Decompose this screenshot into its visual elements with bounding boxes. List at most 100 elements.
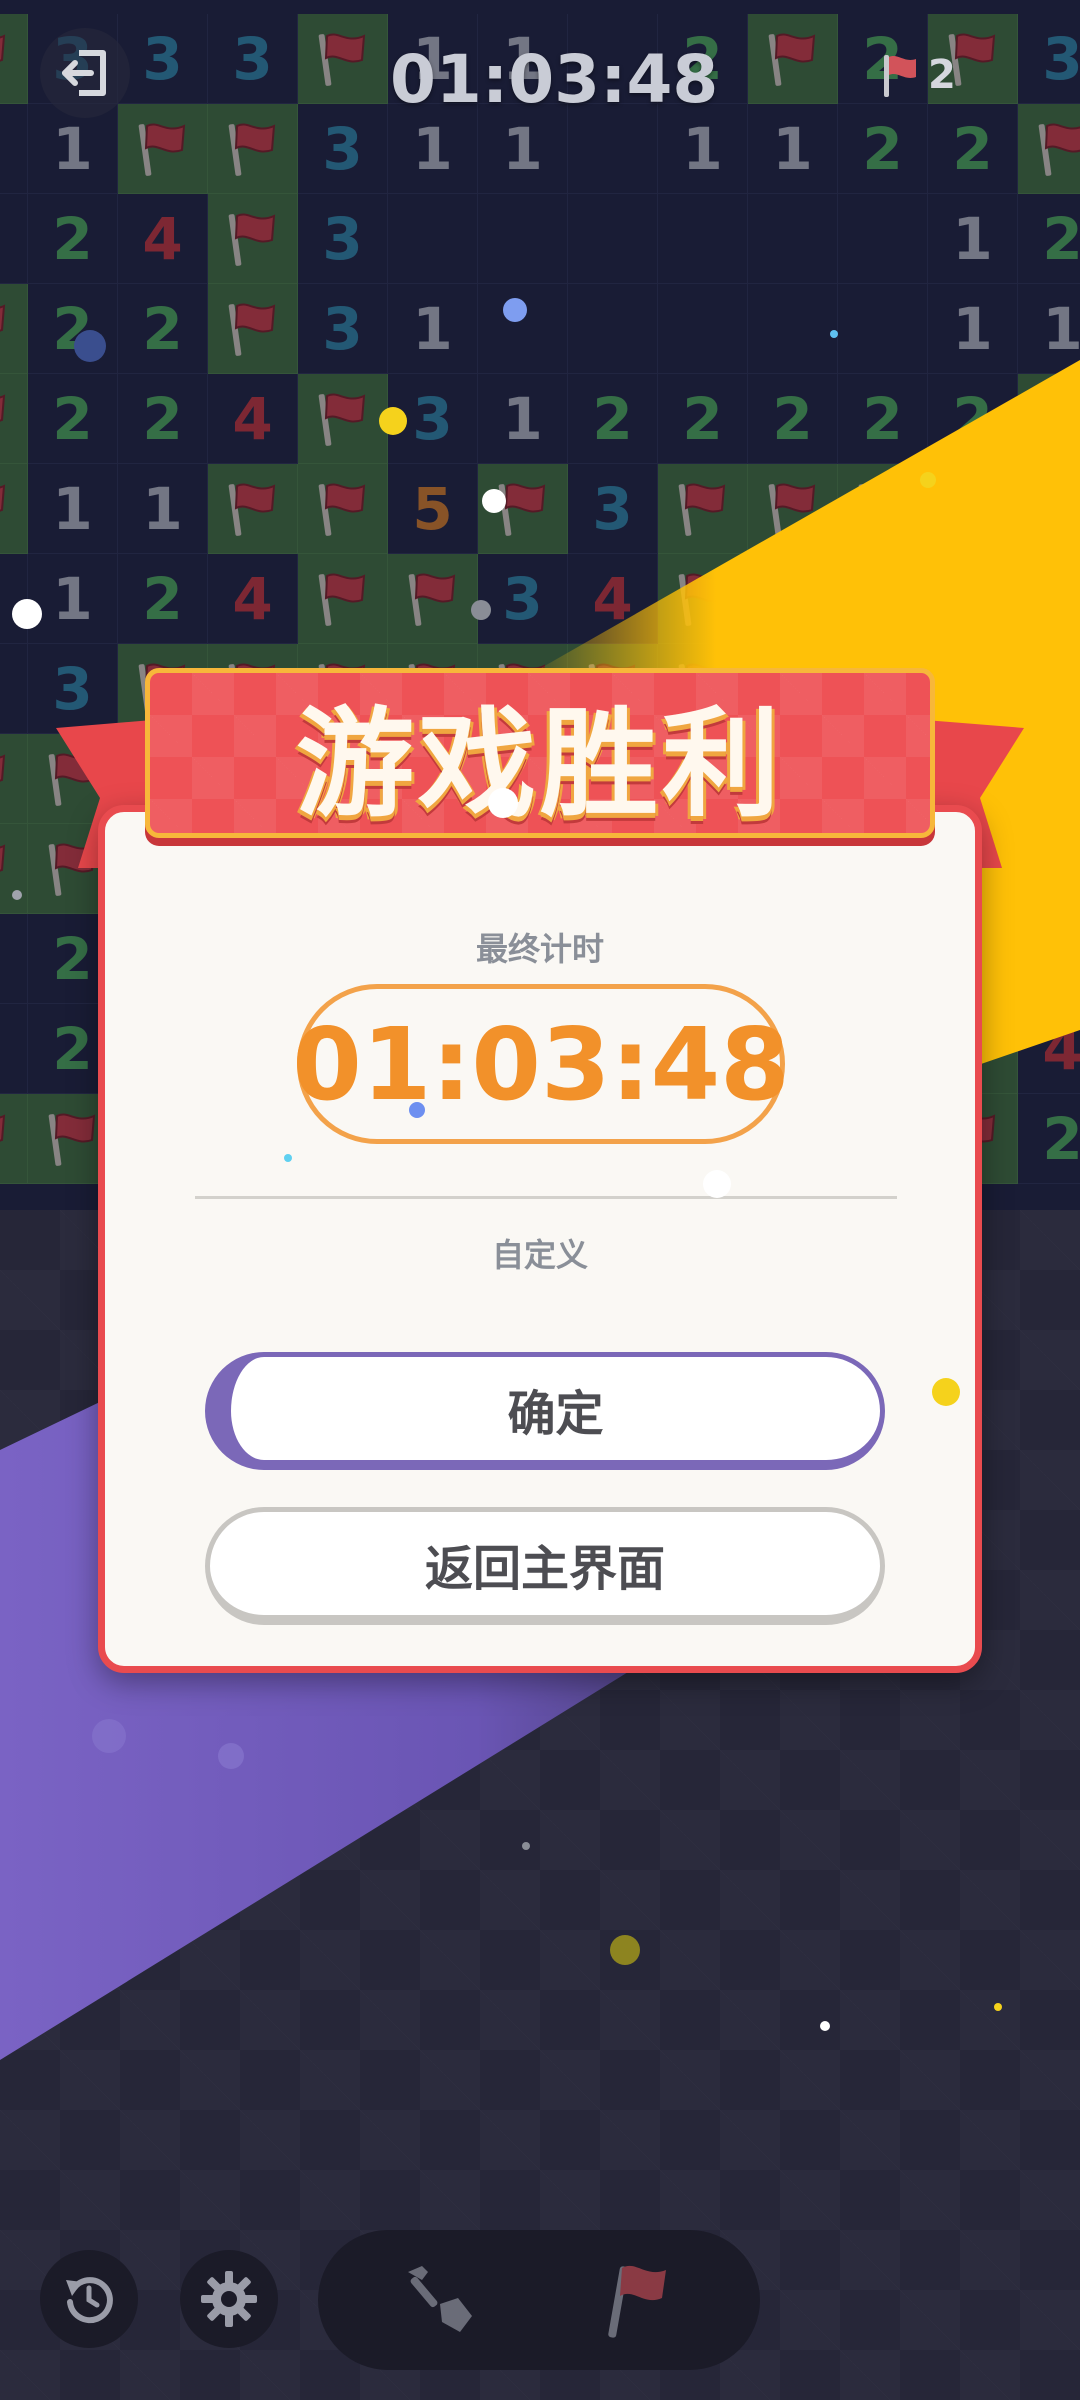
return-home-button[interactable]: 返回主界面 — [205, 1507, 885, 1625]
restart-button[interactable] — [40, 2250, 138, 2348]
board-cell-flagged[interactable] — [658, 464, 748, 554]
board-cell-empty[interactable] — [748, 194, 838, 284]
board-cell-number[interactable]: 3 — [568, 464, 658, 554]
board-cell-number[interactable]: 1 — [1018, 284, 1080, 374]
board-cell-number[interactable]: 3 — [298, 284, 388, 374]
board-cell-number[interactable]: 1 — [478, 374, 568, 464]
board-cell-flagged[interactable] — [1018, 734, 1080, 824]
confirm-button[interactable]: 确定 — [205, 1352, 885, 1470]
board-cell-number[interactable]: 1 — [928, 284, 1018, 374]
board-cell-flagged[interactable] — [748, 464, 838, 554]
board-cell-number[interactable]: 2 — [928, 374, 1018, 464]
board-cell-flagged[interactable] — [838, 464, 928, 554]
board-cell-flagged[interactable] — [1018, 464, 1080, 554]
dig-tool-button[interactable] — [380, 2240, 500, 2360]
board-cell-empty[interactable] — [0, 104, 28, 194]
board-cell-flagged[interactable] — [0, 464, 28, 554]
board-cell-number[interactable]: 1 — [748, 104, 838, 194]
board-cell-flagged[interactable] — [118, 104, 208, 194]
board-cell-flagged[interactable] — [1018, 824, 1080, 914]
board-cell-flagged[interactable] — [928, 554, 1018, 644]
board-cell-number[interactable]: 3 — [298, 194, 388, 284]
board-cell-number[interactable]: 3 — [298, 104, 388, 194]
board-cell-flagged[interactable] — [1018, 374, 1080, 464]
board-cell-flagged[interactable] — [298, 554, 388, 644]
board-cell-number[interactable]: 2 — [928, 104, 1018, 194]
board-cell-number[interactable]: 1 — [928, 194, 1018, 284]
board-cell-empty[interactable] — [568, 284, 658, 374]
board-cell-number[interactable]: 2 — [838, 374, 928, 464]
board-cell-flagged[interactable] — [208, 284, 298, 374]
board-cell-number[interactable]: 4 — [118, 194, 208, 284]
board-cell-number[interactable]: 2 — [28, 284, 118, 374]
board-cell-flagged[interactable] — [1018, 104, 1080, 194]
board-cell-number[interactable]: 2 — [118, 554, 208, 644]
board-cell-empty[interactable] — [838, 284, 928, 374]
victory-title: 游戏胜利 — [295, 694, 784, 833]
board-cell-flagged[interactable] — [0, 734, 28, 824]
board-cell-number[interactable]: 2 — [28, 374, 118, 464]
board-cell-flagged[interactable] — [928, 464, 1018, 554]
board-cell-number[interactable]: 3 — [118, 14, 208, 104]
board-cell-number[interactable]: 3 — [1018, 14, 1080, 104]
board-cell-number[interactable]: 2 — [118, 374, 208, 464]
flag-tool-button[interactable] — [580, 2240, 700, 2360]
board-cell-flagged[interactable] — [208, 104, 298, 194]
board-cell-number[interactable]: 2 — [28, 194, 118, 284]
board-cell-number[interactable]: 3 — [478, 554, 568, 644]
board-cell-number[interactable]: 2 — [658, 374, 748, 464]
board-cell-flagged[interactable] — [1018, 554, 1080, 644]
board-cell-empty[interactable] — [0, 644, 28, 734]
flag-icon — [318, 573, 365, 626]
board-cell-empty[interactable] — [0, 194, 28, 284]
board-cell-number[interactable]: 2 — [838, 104, 928, 194]
board-cell-flagged[interactable] — [298, 464, 388, 554]
board-cell-number[interactable]: 2 — [118, 284, 208, 374]
board-cell-flagged[interactable] — [0, 284, 28, 374]
board-cell-number[interactable]: 1 — [28, 554, 118, 644]
board-cell-flagged[interactable] — [208, 464, 298, 554]
board-cell-flagged[interactable] — [0, 14, 28, 104]
board-cell-flagged[interactable] — [0, 374, 28, 464]
board-cell-number[interactable]: 4 — [208, 554, 298, 644]
board-cell-number[interactable]: 2 — [568, 374, 658, 464]
board-cell-flagged[interactable] — [1018, 914, 1080, 1004]
board-cell-flagged[interactable] — [838, 554, 928, 644]
board-cell-number[interactable]: 2 — [748, 374, 838, 464]
board-cell-flagged[interactable] — [658, 554, 748, 644]
board-cell-number[interactable]: 1 — [28, 104, 118, 194]
board-cell-number[interactable]: 1 — [118, 464, 208, 554]
board-cell-flagged[interactable] — [388, 554, 478, 644]
board-cell-flagged[interactable] — [748, 14, 838, 104]
board-cell-number[interactable]: 5 — [388, 464, 478, 554]
exit-button[interactable] — [40, 28, 130, 118]
board-cell-flagged[interactable] — [298, 374, 388, 464]
board-cell-flagged[interactable] — [0, 824, 28, 914]
board-cell-empty[interactable] — [658, 284, 748, 374]
board-cell-number[interactable]: 4 — [568, 554, 658, 644]
board-cell-flagged[interactable] — [208, 194, 298, 284]
board-cell-number[interactable]: 2 — [1018, 194, 1080, 284]
board-cell-number[interactable]: 2 — [1018, 1094, 1080, 1184]
victory-banner: 游戏胜利 — [145, 668, 935, 838]
confetti-dot — [522, 1842, 530, 1850]
settings-button[interactable] — [180, 2250, 278, 2348]
board-cell-flagged[interactable] — [298, 14, 388, 104]
board-cell-empty[interactable] — [568, 194, 658, 284]
board-cell-empty[interactable] — [388, 194, 478, 284]
board-cell-empty[interactable] — [0, 914, 28, 1004]
board-cell-flagged[interactable] — [1018, 644, 1080, 734]
board-cell-empty[interactable] — [838, 194, 928, 284]
board-cell-number[interactable]: 1 — [388, 284, 478, 374]
board-cell-number[interactable]: 1 — [28, 464, 118, 554]
board-cell-empty[interactable] — [0, 1004, 28, 1094]
board-cell-empty[interactable] — [478, 194, 568, 284]
board-cell-empty[interactable] — [658, 194, 748, 284]
board-cell-empty[interactable] — [478, 284, 568, 374]
board-cell-number[interactable]: 3 — [208, 14, 298, 104]
board-cell-flagged[interactable] — [0, 1094, 28, 1184]
board-cell-empty[interactable] — [748, 284, 838, 374]
board-cell-number[interactable]: 4 — [1018, 1004, 1080, 1094]
board-cell-number[interactable]: 4 — [208, 374, 298, 464]
board-cell-flagged[interactable] — [748, 554, 838, 644]
